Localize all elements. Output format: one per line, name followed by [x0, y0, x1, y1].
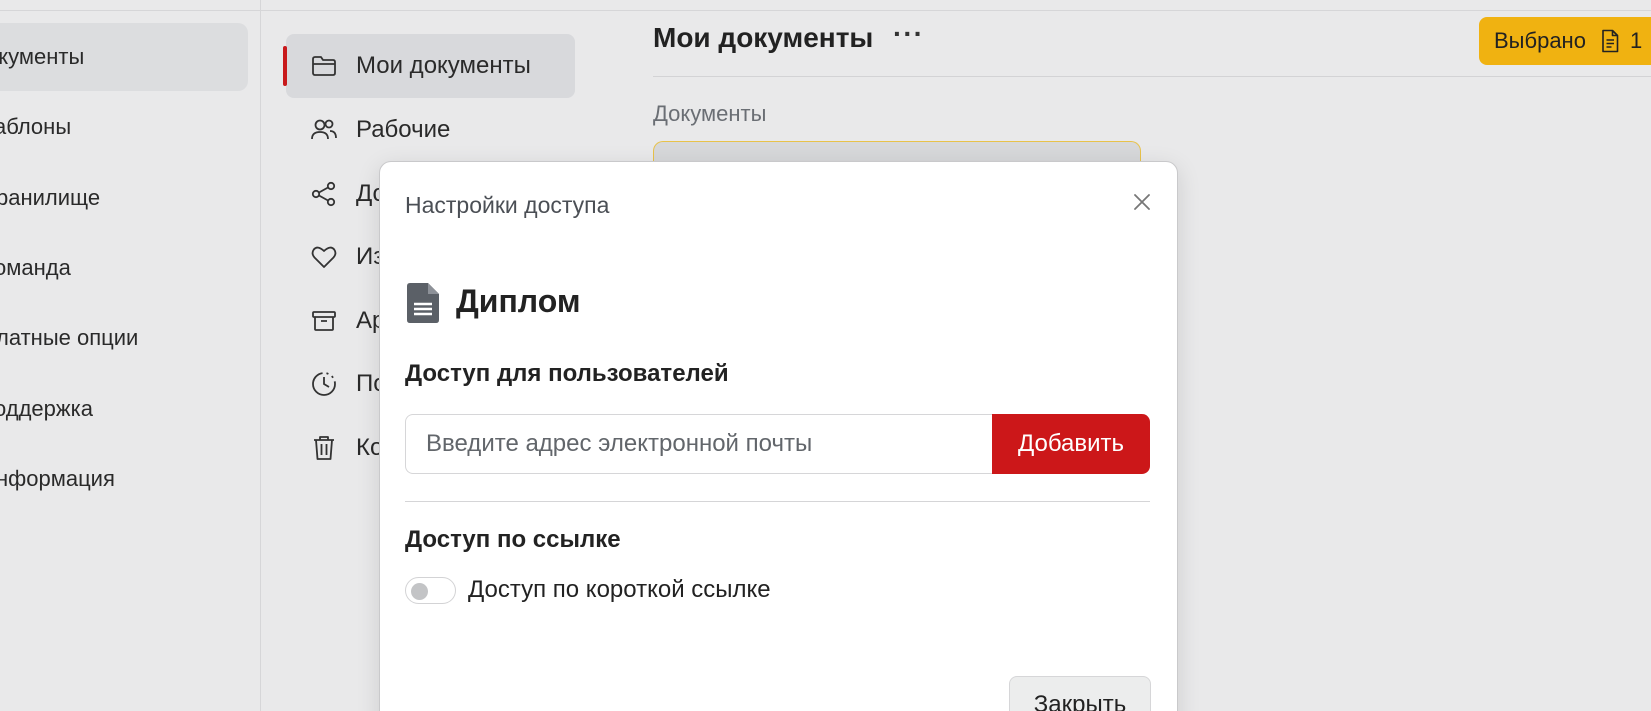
header-divider	[653, 76, 1651, 77]
document-file-icon	[406, 283, 440, 323]
selected-count: 1	[1629, 28, 1643, 53]
nav-item-label: Мои документы	[356, 52, 531, 79]
sidebar-item-label: окументы	[0, 44, 85, 69]
sidebar-item-label: аблоны	[0, 114, 72, 139]
sidebar-item-team[interactable]: оманда	[0, 234, 248, 302]
sidebar-item-storage[interactable]: ранилище	[0, 164, 248, 232]
sidebar-item-label: оддержка	[0, 396, 93, 421]
sidebar-item-templates[interactable]: аблоны	[0, 93, 248, 161]
document-icon	[1600, 29, 1620, 53]
clock-icon	[310, 370, 338, 398]
more-options-button[interactable]: ···	[893, 20, 924, 48]
users-icon	[310, 116, 338, 144]
nav-item-work[interactable]: Рабочие	[286, 98, 576, 162]
add-user-button[interactable]: Добавить	[992, 414, 1150, 474]
modal-title: Настройки доступа	[405, 192, 610, 218]
share-icon	[310, 180, 338, 208]
email-input[interactable]	[405, 414, 992, 474]
sidebar-item-paid-options[interactable]: латные опции	[0, 304, 248, 372]
documents-section-label: Документы	[653, 101, 767, 126]
document-name: Диплом	[456, 283, 581, 319]
sidebar-item-label: ранилище	[0, 185, 101, 210]
sidebar-item-label: нформация	[0, 466, 115, 491]
user-access-heading: Доступ для пользователей	[405, 360, 729, 387]
nav-item-my-documents[interactable]: Мои документы	[283, 34, 575, 98]
main-sidebar: окументы аблоны ранилище оманда латные о…	[0, 0, 261, 711]
page-title: Мои документы	[653, 22, 874, 53]
sidebar-item-label: оманда	[0, 255, 71, 280]
sidebar-item-support[interactable]: оддержка	[0, 375, 248, 443]
toggle-knob	[411, 583, 428, 600]
short-link-toggle[interactable]	[405, 577, 456, 604]
close-button[interactable]: Закрыть	[1009, 676, 1151, 711]
trash-icon	[310, 434, 338, 462]
close-icon[interactable]	[1127, 187, 1157, 217]
heart-icon	[310, 243, 338, 271]
folder-icon	[310, 52, 338, 80]
selected-badge[interactable]: Выбрано 1	[1479, 17, 1651, 65]
nav-item-label: Рабочие	[356, 116, 451, 143]
sidebar-item-label: латные опции	[0, 325, 139, 350]
access-settings-modal: Настройки доступа Диплом Доступ для поль…	[379, 161, 1178, 711]
short-link-label: Доступ по короткой ссылке	[468, 576, 771, 603]
sidebar-item-information[interactable]: нформация	[0, 445, 248, 513]
modal-divider	[405, 501, 1150, 502]
selected-label: Выбрано	[1494, 28, 1586, 53]
link-access-heading: Доступ по ссылке	[405, 526, 621, 553]
archive-icon	[310, 307, 338, 335]
sidebar-item-documents[interactable]: окументы	[0, 23, 248, 91]
